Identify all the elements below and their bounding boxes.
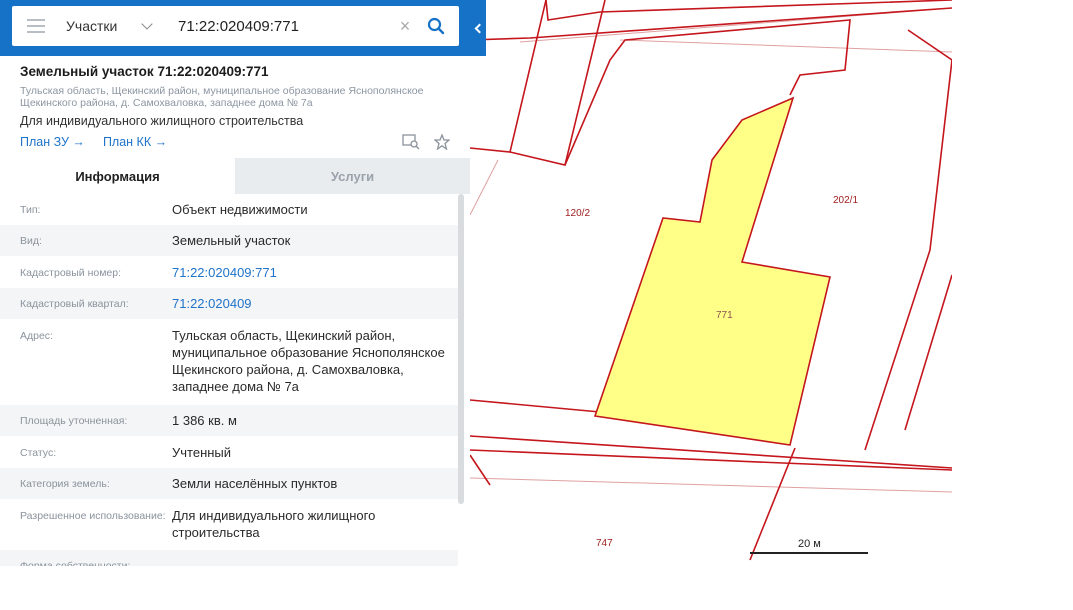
search-type-select[interactable]: Участки	[60, 6, 170, 46]
card-title: Земельный участок 71:22:020409:771	[20, 64, 269, 79]
info-row-cadastral-quarter: Кадастровый квартал: 71:22:020409	[0, 288, 458, 320]
row-value: Объект недвижимости	[172, 202, 308, 217]
row-value: Земельный участок	[172, 233, 291, 248]
info-row-land-category: Категория земель: Земли населённых пункт…	[0, 468, 458, 500]
search-button[interactable]	[420, 8, 452, 44]
row-label: Кадастровый квартал:	[20, 298, 129, 310]
search-type-label: Участки	[66, 18, 118, 34]
row-label: Тип:	[20, 204, 41, 216]
info-row-type: Тип: Объект недвижимости	[0, 194, 458, 225]
card-tabs: Информация Услуги	[0, 158, 470, 194]
card-actions	[402, 134, 450, 150]
row-value: Для индивидуального жилищного строительс…	[172, 508, 376, 540]
scale-label: 20 м	[798, 538, 821, 550]
row-label: Статус:	[20, 447, 57, 459]
plan-links: План ЗУ → План КК →	[20, 135, 167, 149]
cadastral-number-link[interactable]: 71:22:020409:771	[172, 257, 458, 287]
row-value: Учтенный	[172, 445, 232, 460]
row-value	[172, 550, 458, 566]
parcel-771	[593, 96, 831, 446]
chevron-left-icon	[474, 23, 485, 33]
star-icon[interactable]	[434, 134, 450, 150]
plan-kk-link[interactable]: План КК →	[103, 135, 167, 149]
card-address: Тульская область, Щекинский район, муниц…	[20, 85, 424, 109]
row-label: Категория земель:	[20, 478, 110, 490]
search-box: Участки ×	[12, 6, 459, 46]
info-row-ownership: Форма собственности:	[0, 550, 458, 566]
row-label: Кадастровый номер:	[20, 267, 122, 279]
tab-info[interactable]: Информация	[0, 158, 235, 194]
info-row-address: Адрес: Тульская область, Щекинский район…	[0, 320, 458, 405]
info-row-status: Статус: Учтенный	[0, 437, 458, 468]
row-label: Разрешенное использование:	[20, 510, 166, 522]
row-label: Площадь уточненная:	[20, 415, 128, 427]
row-value: Земли населённых пунктов	[172, 476, 338, 491]
row-label: Адрес:	[20, 330, 53, 342]
row-value: 1 386 кв. м	[172, 413, 237, 428]
scale-bar: 20 м	[750, 538, 868, 554]
info-row-permitted-use: Разрешенное использование: Для индивидуа…	[0, 500, 458, 550]
search-icon	[427, 17, 445, 35]
row-label: Вид:	[20, 235, 42, 247]
plan-zu-link[interactable]: План ЗУ →	[20, 135, 85, 149]
clear-icon[interactable]: ×	[390, 16, 420, 37]
collapse-panel-button[interactable]	[470, 0, 486, 56]
parcel-label-747: 747	[596, 538, 613, 549]
parcel-label-202-1: 202/1	[833, 195, 858, 206]
tab-services[interactable]: Услуги	[235, 158, 470, 194]
parcel-label-120-2: 120/2	[565, 208, 590, 219]
info-row-cadastral-number: Кадастровый номер: 71:22:020409:771	[0, 257, 458, 288]
menu-icon[interactable]	[12, 6, 60, 46]
row-value: Тульская область, Щекинский район, муниц…	[172, 328, 445, 394]
row-label: Форма собственности:	[20, 560, 131, 566]
info-row-kind: Вид: Земельный участок	[0, 225, 458, 257]
object-card: Земельный участок 71:22:020409:771 Тульс…	[0, 56, 470, 566]
info-row-area: Площадь уточненная: 1 386 кв. м	[0, 405, 458, 437]
scrollbar[interactable]	[458, 194, 464, 504]
search-bar: Участки ×	[0, 0, 470, 56]
parcel-label-771: 771	[716, 310, 733, 321]
cadastral-quarter-link[interactable]: 71:22:020409	[172, 288, 458, 319]
card-purpose: Для индивидуального жилищного строительс…	[20, 114, 304, 128]
info-table: Тип: Объект недвижимости Вид: Земельный …	[0, 194, 458, 566]
report-search-icon[interactable]	[402, 134, 420, 150]
chevron-down-icon	[141, 18, 154, 30]
scale-line	[750, 552, 868, 554]
search-input[interactable]	[170, 8, 390, 44]
